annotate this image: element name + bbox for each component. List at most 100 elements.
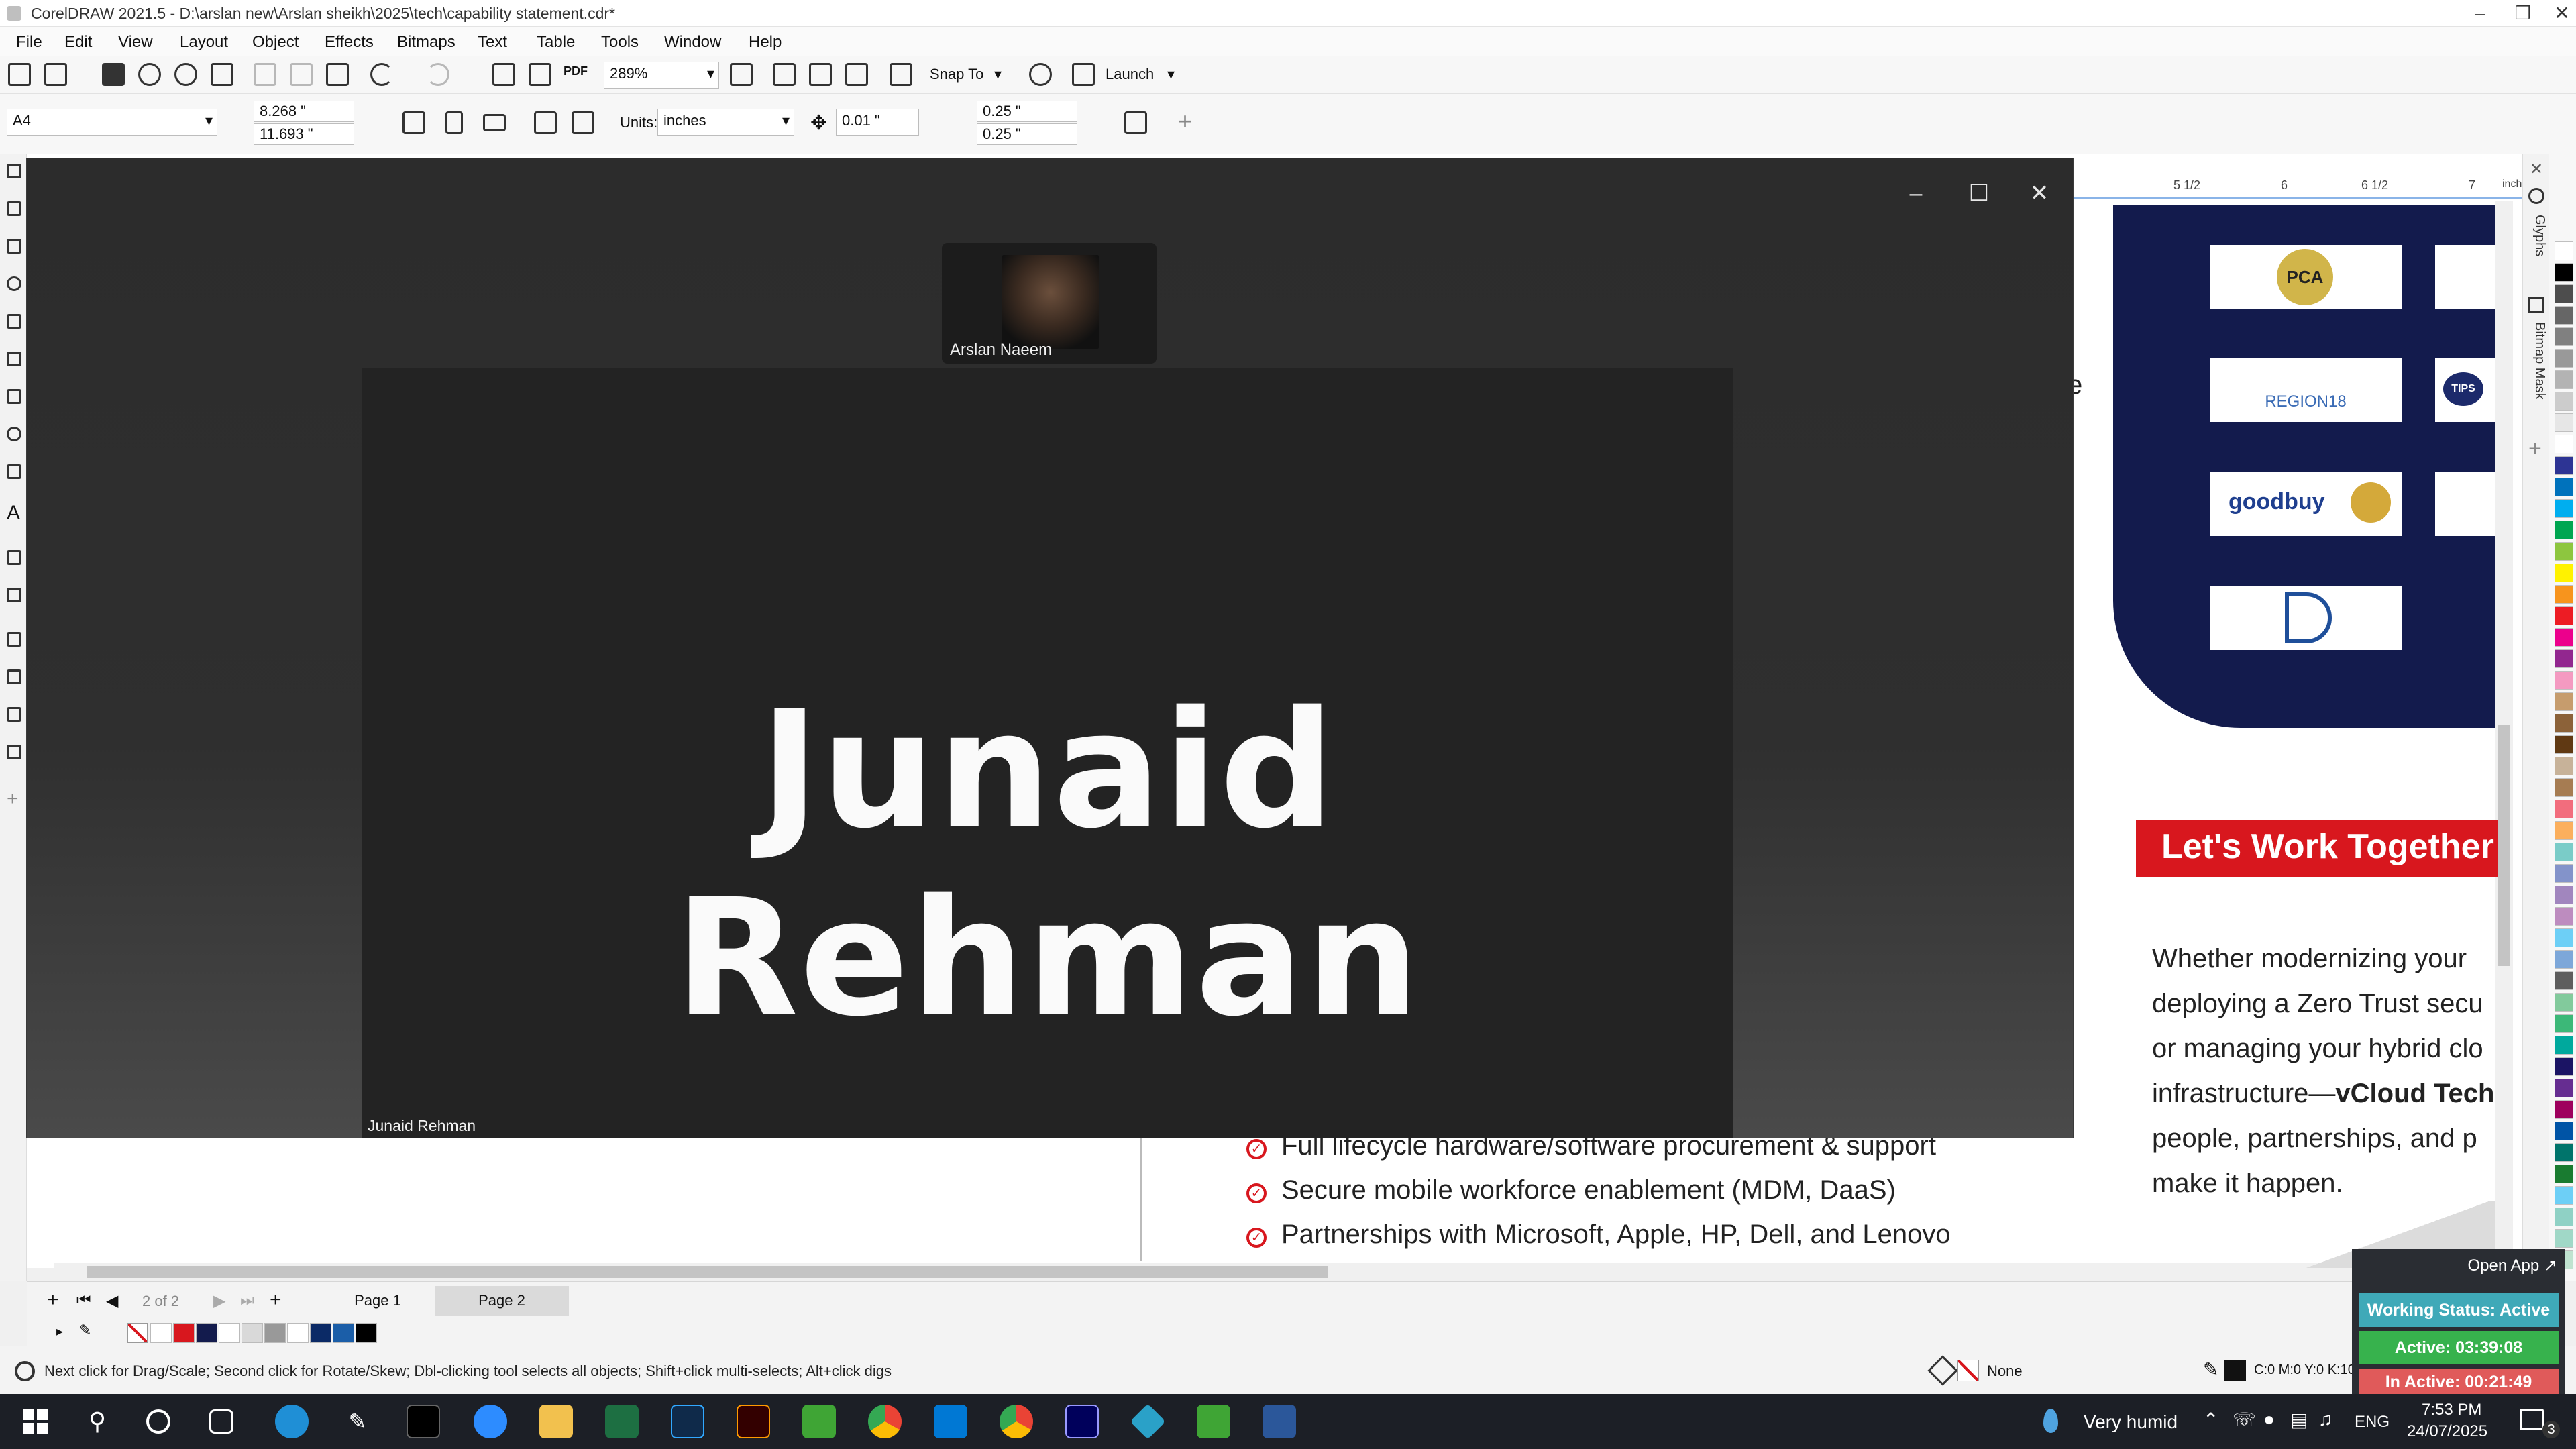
palette-swatch[interactable] <box>2555 907 2573 926</box>
plus-icon[interactable]: + <box>2528 436 2542 462</box>
duplicate-y-field[interactable]: 0.25 " <box>977 123 1077 145</box>
menu-window[interactable]: Window <box>664 33 721 52</box>
photoshop-icon[interactable] <box>671 1405 704 1438</box>
edge-icon[interactable] <box>275 1405 309 1438</box>
all-pages-icon[interactable] <box>402 111 425 134</box>
document-swatch[interactable] <box>196 1323 217 1343</box>
menu-layout[interactable]: Layout <box>180 33 228 52</box>
glyphs-tab[interactable]: Glyphs <box>2527 215 2547 295</box>
transparency-tool-icon[interactable] <box>7 669 21 684</box>
coreldraw-second-icon[interactable] <box>1197 1405 1230 1438</box>
app-diamond-icon[interactable] <box>1130 1403 1166 1440</box>
palette-swatch[interactable] <box>2555 1186 2573 1205</box>
dimension-tool-icon[interactable] <box>7 550 21 565</box>
page-tab-1[interactable]: Page 1 <box>307 1286 448 1316</box>
file-explorer-icon[interactable] <box>539 1405 573 1438</box>
chevron-down-icon[interactable]: ▾ <box>707 65 714 83</box>
document-swatch[interactable] <box>287 1323 309 1343</box>
chevron-down-icon[interactable]: ▾ <box>1167 66 1175 83</box>
excel-icon[interactable] <box>605 1405 639 1438</box>
page-size-select[interactable]: A4 ▾ <box>7 109 217 136</box>
redo-icon[interactable] <box>427 63 449 86</box>
palette-swatch[interactable] <box>2555 370 2573 389</box>
palette-swatch[interactable] <box>2555 1143 2573 1162</box>
palette-swatch[interactable] <box>2555 263 2573 282</box>
meeting-maximize-button[interactable]: ☐ <box>1959 178 1999 208</box>
outline-color-swatch[interactable] <box>2224 1360 2246 1381</box>
terminal-icon[interactable] <box>407 1405 440 1438</box>
menu-edit[interactable]: Edit <box>64 33 92 52</box>
palette-swatch[interactable] <box>2555 327 2573 346</box>
palette-swatch[interactable] <box>2555 735 2573 754</box>
vertical-scroll-thumb[interactable] <box>2498 724 2510 966</box>
palette-swatch[interactable] <box>2555 885 2573 904</box>
task-view-icon[interactable] <box>209 1409 233 1434</box>
close-button[interactable]: ✕ <box>2541 0 2576 27</box>
connector-tool-icon[interactable] <box>7 588 21 602</box>
plus-icon[interactable]: + <box>1178 107 1192 136</box>
vertical-scrollbar[interactable] <box>2496 201 2513 1275</box>
cut-icon[interactable] <box>254 63 276 86</box>
document-swatch[interactable] <box>150 1323 172 1343</box>
palette-swatch[interactable] <box>2555 499 2573 518</box>
print-icon[interactable] <box>211 63 233 86</box>
bleed-icon[interactable] <box>572 111 594 134</box>
volume-icon[interactable]: ♫ <box>2318 1409 2332 1430</box>
zoom-tool-icon[interactable] <box>7 276 21 291</box>
clock-date[interactable]: 24/07/2025 <box>2407 1422 2487 1441</box>
next-page-icon[interactable]: ▶ <box>213 1291 225 1311</box>
fill-color-swatch[interactable] <box>1957 1360 1979 1381</box>
palette-swatch[interactable] <box>2555 392 2573 411</box>
palette-swatch[interactable] <box>2555 821 2573 840</box>
palette-swatch[interactable] <box>2555 1165 2573 1183</box>
export-icon[interactable] <box>529 63 551 86</box>
chevron-down-icon[interactable]: ▾ <box>782 112 790 129</box>
palette-swatch[interactable] <box>2555 971 2573 990</box>
bitmap-mask-tab[interactable]: Bitmap Mask <box>2527 322 2547 443</box>
palette-swatch[interactable] <box>2555 864 2573 883</box>
page-width-field[interactable]: 8.268 " <box>254 101 354 122</box>
menu-text[interactable]: Text <box>478 33 507 52</box>
ellipse-tool-icon[interactable] <box>7 427 21 441</box>
chevron-down-icon[interactable]: ▾ <box>205 112 213 129</box>
palette-swatch[interactable] <box>2555 413 2573 432</box>
palette-swatch[interactable] <box>2555 757 2573 775</box>
chevron-down-icon[interactable]: ▾ <box>994 66 1002 83</box>
polygon-tool-icon[interactable] <box>7 464 21 479</box>
microphone-icon[interactable]: ● <box>2263 1409 2275 1430</box>
menu-effects[interactable]: Effects <box>325 33 374 52</box>
cloud-download-icon[interactable] <box>174 63 197 86</box>
palette-swatch[interactable] <box>2555 1057 2573 1076</box>
last-page-icon[interactable]: ⏭ <box>240 1291 255 1310</box>
palette-swatch[interactable] <box>2555 306 2573 325</box>
horizontal-scrollbar[interactable] <box>54 1263 2469 1281</box>
vscode-icon[interactable] <box>934 1405 967 1438</box>
meeting-close-button[interactable]: ✕ <box>2019 178 2059 208</box>
show-grid-icon[interactable] <box>809 63 832 86</box>
artistic-media-icon[interactable] <box>7 352 21 366</box>
interactive-fill-icon[interactable] <box>7 745 21 759</box>
page-tab-2[interactable]: Page 2 <box>435 1286 569 1316</box>
document-swatch[interactable] <box>310 1323 331 1343</box>
nudge-distance-field[interactable]: 0.01 " <box>836 109 919 136</box>
coreldraw-taskbar-icon[interactable] <box>802 1405 836 1438</box>
palette-swatch[interactable] <box>2555 1100 2573 1119</box>
shape-tool-icon[interactable] <box>7 201 21 216</box>
palette-swatch[interactable] <box>2555 435 2573 453</box>
search-icon[interactable]: ⚲ <box>80 1405 114 1438</box>
publish-pdf-button[interactable]: PDF <box>564 64 588 78</box>
clock-time[interactable]: 7:53 PM <box>2422 1401 2481 1419</box>
document-swatch[interactable] <box>173 1323 195 1343</box>
launch-icon[interactable] <box>1072 63 1095 86</box>
palette-swatch[interactable] <box>2555 950 2573 969</box>
pick-tool-icon[interactable] <box>7 164 21 178</box>
show-guidelines-icon[interactable] <box>845 63 868 86</box>
palette-swatch[interactable] <box>2555 671 2573 690</box>
weather-text[interactable]: Very humid <box>2084 1411 2178 1433</box>
palette-swatch[interactable] <box>2555 585 2573 604</box>
palette-swatch[interactable] <box>2555 564 2573 582</box>
plus-icon[interactable]: + <box>7 789 21 809</box>
palette-swatch[interactable] <box>2555 1208 2573 1226</box>
palette-swatch[interactable] <box>2555 628 2573 647</box>
add-page-after-icon[interactable]: + <box>270 1289 282 1311</box>
